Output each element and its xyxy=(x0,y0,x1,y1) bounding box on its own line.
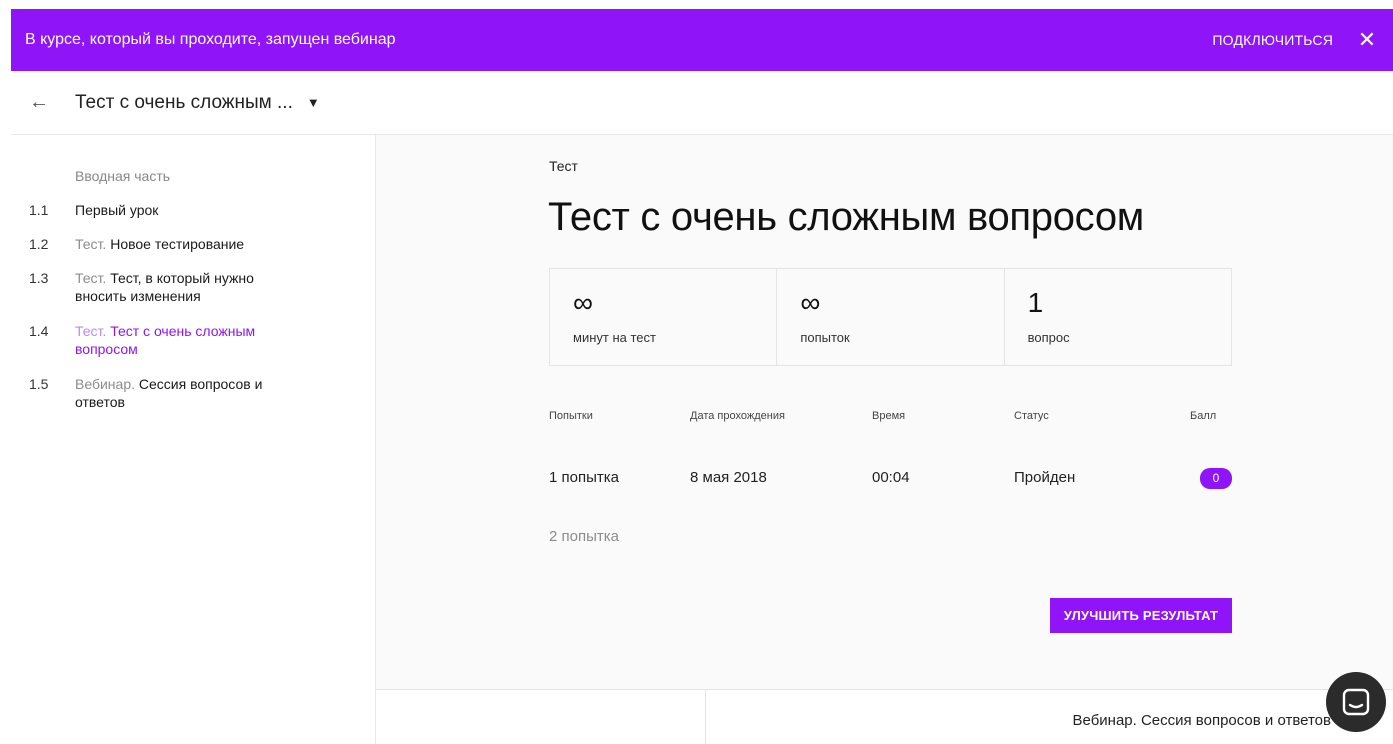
lesson-sidebar: Вводная часть 1.1 Первый урок 1.2 Тест. … xyxy=(11,135,376,744)
lesson-navigation: Вебинар. Сессия вопросов и ответов xyxy=(376,689,1393,744)
banner-message: В курсе, который вы проходите, запущен в… xyxy=(25,31,396,48)
lesson-kind: Тест. xyxy=(75,270,107,286)
time-cell: 00:04 xyxy=(872,469,910,486)
status-cell: Пройден xyxy=(1014,469,1076,486)
close-icon[interactable]: ✕ xyxy=(1355,29,1379,51)
lesson-number: 1.4 xyxy=(29,323,49,339)
column-header-score: Балл xyxy=(1190,410,1217,422)
stat-label: вопрос xyxy=(1027,330,1070,345)
chat-icon[interactable] xyxy=(1326,672,1386,732)
lesson-number: 1.2 xyxy=(29,236,49,252)
date-cell: 8 мая 2018 xyxy=(690,469,767,486)
stat-attempts: ∞ попыток xyxy=(777,269,1005,365)
webinar-banner: В курсе, который вы проходите, запущен в… xyxy=(11,9,1393,71)
sidebar-item-lesson[interactable]: 1.5 Вебинар. Сессия вопросов и ответов xyxy=(29,375,309,411)
breadcrumb: Тест xyxy=(549,158,578,174)
caret-down-icon[interactable]: ▼ xyxy=(307,95,320,110)
stat-value: ∞ xyxy=(800,287,821,318)
stat-value: ∞ xyxy=(573,287,593,318)
attempt-cell: 1 попытка xyxy=(549,469,619,486)
previous-lesson-link[interactable] xyxy=(376,690,706,744)
lesson-number: 1.1 xyxy=(29,202,49,218)
page-title: Тест с очень сложным вопросом xyxy=(548,195,1144,239)
column-header-date: Дата прохождения xyxy=(690,410,785,422)
arrow-left-icon[interactable]: ← xyxy=(29,91,51,114)
course-title[interactable]: Тест с очень сложным ... xyxy=(75,92,293,114)
column-header-status: Статус xyxy=(1014,410,1049,422)
lesson-kind: Тест. xyxy=(75,236,107,252)
stat-label: попыток xyxy=(800,330,850,345)
lesson-kind: Тест. xyxy=(75,323,107,339)
course-header: ← Тест с очень сложным ... ▼ xyxy=(11,71,1393,135)
lesson-number: 1.3 xyxy=(29,270,49,286)
stat-label: минут на тест xyxy=(573,330,656,345)
lesson-title: Тест. Новое тестирование xyxy=(75,236,245,252)
sidebar-item-lesson[interactable]: 1.1 Первый урок xyxy=(29,201,309,219)
sidebar-item-lesson[interactable]: 1.2 Тест. Новое тестирование xyxy=(29,235,309,253)
test-stats: ∞ минут на тест ∞ попыток 1 вопрос xyxy=(549,268,1232,366)
chat-icon-glyph xyxy=(1342,688,1370,716)
lesson-kind: Вебинар. xyxy=(75,376,135,392)
join-webinar-button[interactable]: ПОДКЛЮЧИТЬСЯ xyxy=(1212,32,1333,48)
column-header-time: Время xyxy=(872,410,906,422)
sidebar-item-lesson-active[interactable]: 1.4 Тест. Тест с очень сложным вопросом xyxy=(29,322,309,358)
score-badge: 0 xyxy=(1200,468,1232,489)
lesson-title: Вебинар. Сессия вопросов и ответов xyxy=(75,376,263,410)
column-header-attempts: Попытки xyxy=(549,410,593,422)
stat-questions: 1 вопрос xyxy=(1005,269,1231,365)
lesson-title: Тест. Тест с очень сложным вопросом xyxy=(75,323,256,357)
improve-result-button[interactable]: УЛУЧШИТЬ РЕЗУЛЬТАТ xyxy=(1050,598,1232,633)
stat-value: 1 xyxy=(1027,287,1044,318)
sidebar-intro[interactable]: Вводная часть xyxy=(75,168,170,184)
next-lesson-link[interactable]: Вебинар. Сессия вопросов и ответов xyxy=(1073,712,1331,729)
sidebar-item-lesson[interactable]: 1.3 Тест. Тест, в который нужно вносить … xyxy=(29,269,309,305)
attempt-2-label: 2 попытка xyxy=(549,528,619,545)
lesson-number: 1.5 xyxy=(29,376,49,392)
stat-time: ∞ минут на тест xyxy=(550,269,778,365)
lesson-title: Тест. Тест, в который нужно вносить изме… xyxy=(75,270,254,304)
lesson-title: Первый урок xyxy=(75,202,159,218)
test-content: Тест Тест с очень сложным вопросом ∞ мин… xyxy=(376,135,1393,689)
